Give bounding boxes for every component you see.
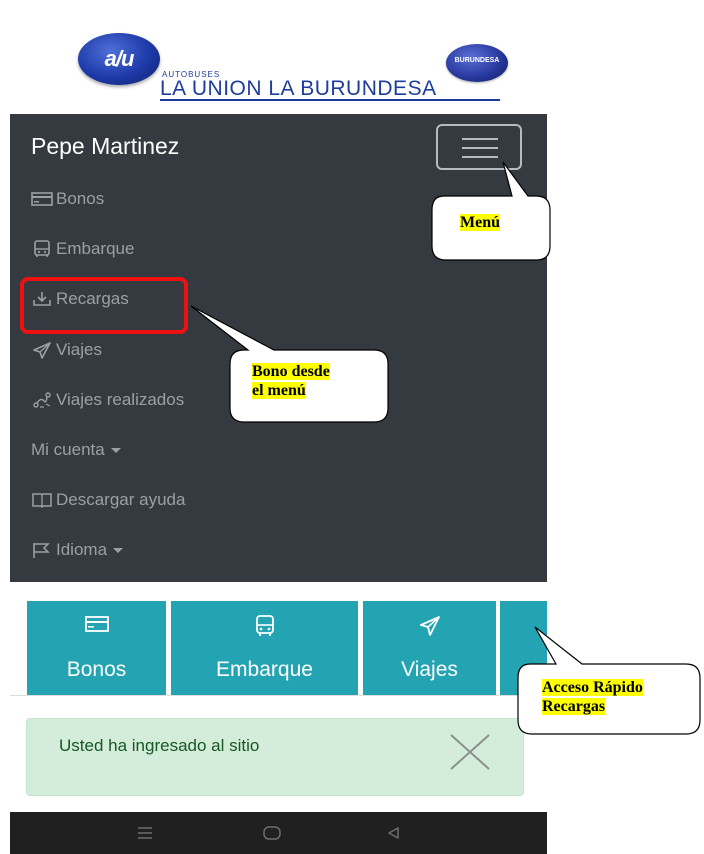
- nav-item-bonos[interactable]: Bonos: [31, 186, 104, 212]
- recent-apps-icon[interactable]: [137, 826, 153, 840]
- brand-logo-secondary: BURUNDESA: [446, 44, 508, 82]
- nav-item-idioma[interactable]: Idioma: [31, 537, 124, 563]
- user-name: Pepe Martinez: [31, 133, 180, 159]
- bus-icon: [34, 240, 50, 257]
- nav-item-embarque[interactable]: Embarque: [31, 236, 134, 262]
- quick-tile-viajes[interactable]: Viajes: [363, 601, 496, 696]
- nav-item-label: Descargar ayuda: [56, 490, 186, 509]
- nav-item-label: Viajes: [56, 340, 102, 359]
- alert-message: Usted ha ingresado al sitio: [59, 736, 260, 755]
- route-icon: [33, 392, 51, 408]
- brand-company-name: LA UNION LA BURUNDESA: [160, 77, 437, 100]
- back-icon[interactable]: [386, 826, 400, 840]
- card-icon: [31, 192, 53, 206]
- nav-item-label: Viajes realizados: [56, 390, 185, 409]
- book-icon: [32, 493, 52, 509]
- nav-item-label: Embarque: [56, 239, 135, 258]
- brand-underline: [160, 99, 500, 101]
- home-icon[interactable]: [262, 825, 282, 841]
- paper-plane-icon: [419, 616, 440, 636]
- nav-item-label: Mi cuenta: [31, 440, 105, 459]
- hamburger-menu-button[interactable]: [436, 124, 522, 170]
- quick-tile-label: Viajes: [401, 658, 458, 681]
- quick-tile-bonos[interactable]: Bonos: [27, 601, 166, 696]
- caret-down-icon: [110, 447, 121, 453]
- caret-down-icon: [113, 547, 124, 553]
- nav-item-label: Bonos: [56, 189, 105, 208]
- hamburger-icon: [462, 138, 498, 140]
- quick-tile-label: Bonos: [66, 658, 127, 681]
- brand-logo-mark: a/u: [78, 33, 160, 85]
- nav-item-viajes-realizados[interactable]: Viajes realizados: [31, 387, 184, 413]
- paper-plane-icon: [33, 342, 51, 359]
- nav-item-mi-cuenta[interactable]: Mi cuenta: [31, 437, 121, 463]
- card-icon: [84, 616, 109, 632]
- callout-acceso-text: Acceso Rápido Recargas: [542, 679, 643, 715]
- quick-tile-embarque[interactable]: Embarque: [171, 601, 358, 696]
- bus-icon: [255, 615, 274, 636]
- nav-item-descargar-ayuda[interactable]: Descargar ayuda: [31, 487, 185, 513]
- quick-tile-label: Embarque: [216, 658, 313, 681]
- callout-bono-text: Bono desde el menú: [252, 363, 330, 399]
- quick-tile-recargas[interactable]: [500, 601, 547, 696]
- callout-menu-text: Menú: [460, 214, 500, 231]
- nav-item-viajes[interactable]: Viajes: [31, 337, 102, 363]
- recargas-highlight-box: [20, 277, 188, 334]
- flag-icon: [33, 543, 50, 558]
- nav-item-label: Idioma: [56, 540, 108, 559]
- close-icon[interactable]: [448, 733, 492, 771]
- divider: [10, 695, 547, 696]
